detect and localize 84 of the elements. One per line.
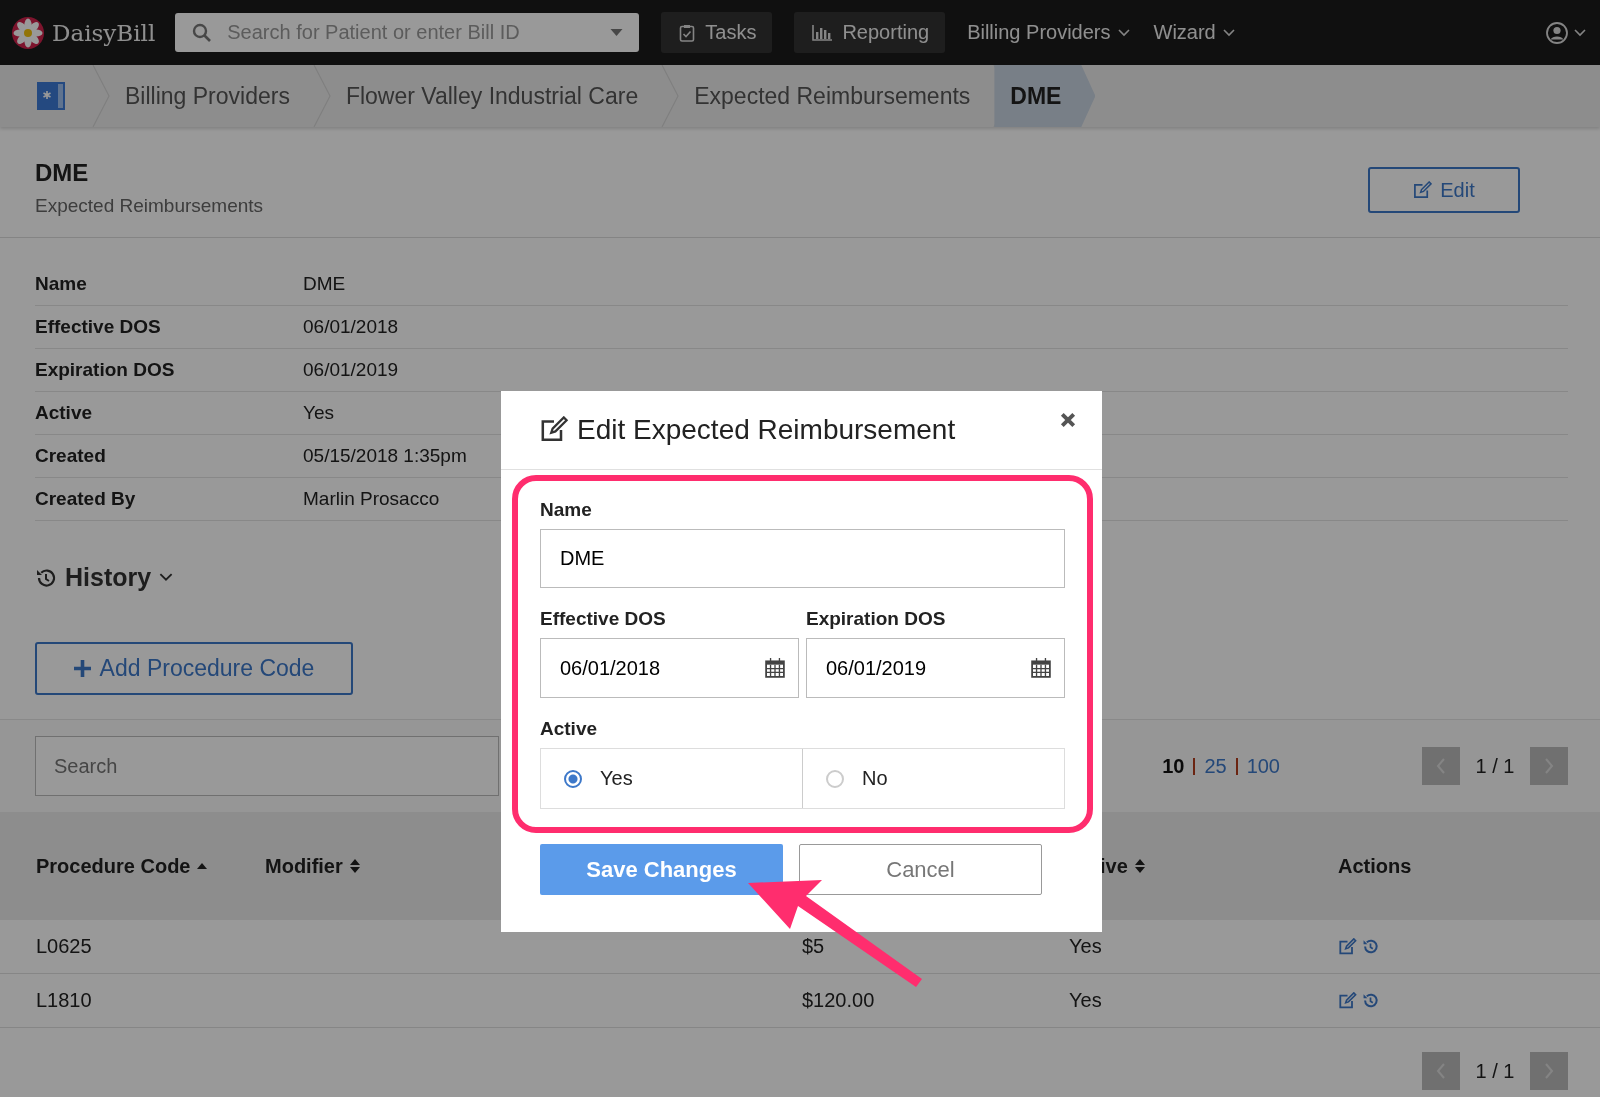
detail-label: Active: [35, 402, 94, 424]
radio-option[interactable]: No: [802, 749, 1064, 808]
cancel-button[interactable]: Cancel: [799, 844, 1042, 895]
calendar-icon: [765, 658, 785, 678]
history-icon: [35, 566, 57, 589]
history-toggle[interactable]: History: [35, 563, 174, 592]
close-icon[interactable]: [1060, 412, 1076, 428]
column-header: Actions: [1338, 854, 1412, 878]
breadcrumb-link[interactable]: Billing Providers: [111, 65, 312, 127]
search-field[interactable]: Search for Patient or enter Bill ID: [175, 13, 640, 52]
logo-text: DaisyBill: [52, 19, 156, 46]
table-cell-text: Yes: [1069, 935, 1103, 958]
radio-option[interactable]: Yes: [541, 749, 802, 808]
field-label: Effective DOS: [540, 608, 667, 630]
chevron-down-icon: [1574, 28, 1586, 37]
breadcrumb-link[interactable]: Flower Valley Industrial Care: [331, 65, 661, 127]
detail-value: DME: [303, 273, 346, 295]
save-button[interactable]: Save Changes: [540, 844, 783, 895]
radio-label: No: [862, 767, 888, 790]
table-cell-text: $5: [802, 935, 826, 958]
history-icon[interactable]: [1362, 992, 1379, 1009]
nav-menu[interactable]: Wizard: [1153, 21, 1235, 44]
add-procedure-code-button[interactable]: Add Procedure Code: [35, 642, 353, 695]
nav-button[interactable]: Reporting: [794, 12, 946, 53]
column-header[interactable]: Modifier: [265, 854, 343, 878]
edit-icon: [539, 416, 569, 444]
search-field[interactable]: Search: [35, 736, 499, 796]
field-label: Expiration DOS: [806, 608, 947, 630]
user-avatar-icon: [1546, 21, 1568, 44]
detail-value: 05/15/2018 1:35pm: [303, 445, 467, 467]
page-size-link[interactable]: 100: [1246, 754, 1280, 778]
table-cell-text: $120.00: [802, 989, 876, 1012]
breadcrumb-separator: [311, 65, 332, 127]
date-field[interactable]: 06/01/2019: [806, 638, 1065, 698]
page-title: DME: [35, 159, 90, 187]
clipboard-icon: [679, 23, 696, 42]
nav-button[interactable]: Tasks: [661, 12, 773, 53]
page-size-link[interactable]: 25: [1204, 754, 1227, 778]
name-field[interactable]: DME: [540, 529, 1065, 588]
radio-button[interactable]: [826, 769, 844, 788]
detail-value: 06/01/2019: [303, 359, 399, 381]
detail-label: Expiration DOS: [35, 359, 176, 381]
breadcrumb-separator: [660, 65, 681, 127]
detail-value: Yes: [303, 402, 334, 424]
edit-button[interactable]: Edit: [1368, 167, 1520, 213]
history-icon[interactable]: [1362, 938, 1379, 955]
radio-label: Yes: [600, 767, 633, 790]
detail-value: Marlin Prosacco: [303, 488, 440, 510]
table-cell-text: L0625: [36, 935, 93, 958]
calendar-icon: [1031, 658, 1051, 678]
detail-label: Created: [35, 445, 107, 467]
caret-icon: [610, 29, 624, 36]
detail-label: Name: [35, 273, 88, 295]
detail-value: 06/01/2018: [303, 316, 399, 338]
book-icon[interactable]: [37, 82, 65, 110]
breadcrumb-link[interactable]: DME: [994, 65, 1096, 127]
edit-icon[interactable]: [1338, 937, 1357, 956]
detail-label: Created By: [35, 488, 137, 510]
date-field[interactable]: 06/01/2018: [540, 638, 799, 698]
table-cell-text: L1810: [36, 989, 93, 1012]
chevron-down-icon: [1117, 28, 1130, 37]
breadcrumb-separator: [91, 65, 111, 127]
page-indicator: 1 / 1: [1474, 1059, 1516, 1083]
field-label: Active: [540, 718, 599, 740]
field-label: Name: [540, 499, 593, 521]
radio-button[interactable]: [564, 769, 582, 788]
search-icon: [192, 23, 213, 43]
column-header[interactable]: Procedure Code: [36, 854, 191, 878]
table-cell-text: Yes: [1069, 989, 1103, 1012]
edit-icon: [1413, 180, 1433, 200]
bar-chart-icon: [812, 24, 833, 41]
flower-logo-icon: [12, 16, 44, 49]
user-menu-button[interactable]: [1546, 21, 1586, 44]
nav-menu[interactable]: Billing Providers: [967, 21, 1130, 44]
chevron-down-icon: [159, 573, 174, 582]
edit-icon[interactable]: [1338, 991, 1357, 1010]
page-size-link[interactable]: 10: [1162, 754, 1185, 778]
modal-title: Edit Expected Reimbursement: [577, 414, 956, 446]
detail-label: Effective DOS: [35, 316, 162, 338]
plus-icon: [73, 660, 91, 677]
page-subtitle: Expected Reimbursements: [35, 195, 264, 217]
chevron-down-icon: [1222, 28, 1235, 37]
breadcrumb-link[interactable]: Expected Reimbursements: [680, 65, 993, 127]
page-indicator: 1 / 1: [1474, 754, 1516, 778]
